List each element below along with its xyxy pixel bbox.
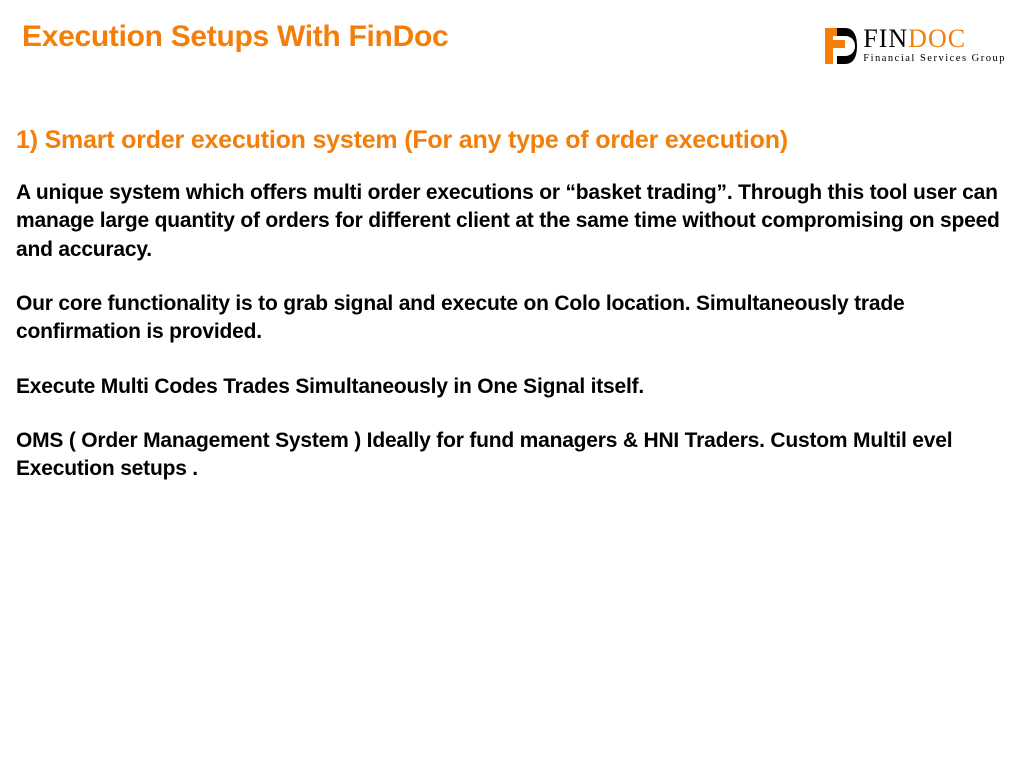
logo-tagline: Financial Services Group bbox=[863, 54, 1006, 65]
header: Execution Setups With FinDoc FINDOC Fina… bbox=[0, 0, 1024, 66]
content: 1) Smart order execution system (For any… bbox=[0, 66, 1024, 484]
page-title: Execution Setups With FinDoc bbox=[22, 20, 448, 54]
logo-mark-icon bbox=[823, 26, 857, 66]
logo-letter-doc: DOC bbox=[908, 24, 966, 53]
section-heading: 1) Smart order execution system (For any… bbox=[16, 126, 1006, 155]
paragraph: Execute Multi Codes Trades Simultaneousl… bbox=[16, 373, 1006, 401]
logo-letter-f: F bbox=[863, 24, 878, 53]
logo-text: FINDOC Financial Services Group bbox=[863, 26, 1006, 65]
logo-brand: FINDOC bbox=[863, 26, 1006, 52]
paragraph: A unique system which offers multi order… bbox=[16, 179, 1006, 264]
logo-letter-in: IN bbox=[879, 24, 908, 53]
paragraph: OMS ( Order Management System ) Ideally … bbox=[16, 427, 1006, 484]
body-text: A unique system which offers multi order… bbox=[16, 179, 1006, 484]
logo: FINDOC Financial Services Group bbox=[823, 20, 1006, 66]
paragraph: Our core functionality is to grab signal… bbox=[16, 290, 1006, 347]
